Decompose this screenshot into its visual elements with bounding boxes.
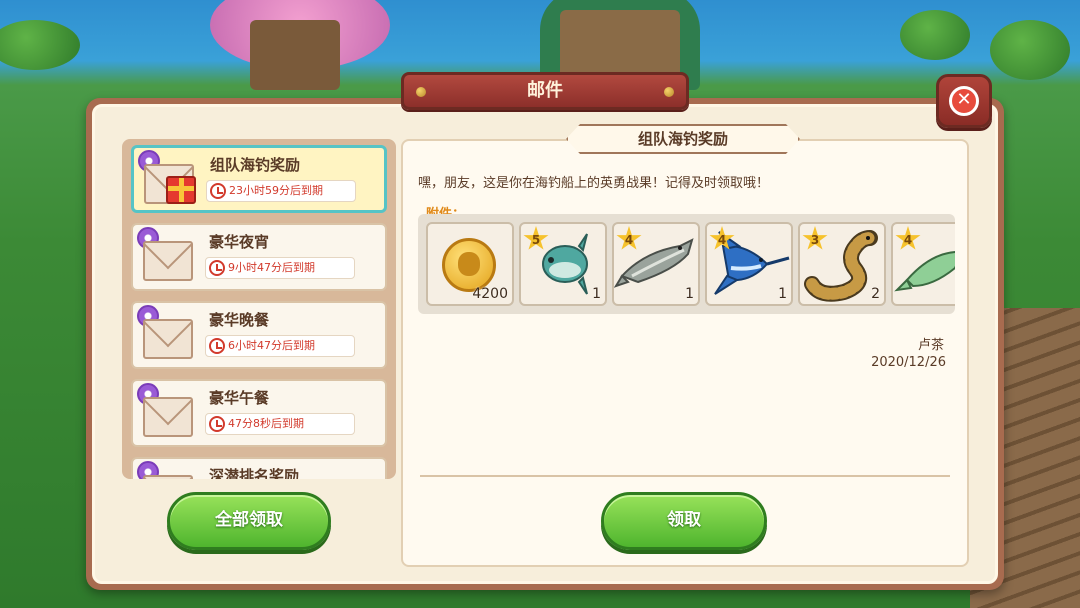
divider bbox=[420, 475, 950, 477]
mail-item-title: 豪华夜宵 bbox=[209, 233, 270, 251]
attachment-qty: 1 bbox=[592, 286, 601, 302]
close-icon: ✕ bbox=[949, 86, 979, 116]
mail-expiry-text: 6小时47分后到期 bbox=[228, 339, 315, 352]
mail-item-title: 豪华晚餐 bbox=[209, 311, 270, 329]
claim-all-button[interactable]: 全部领取 bbox=[167, 492, 331, 550]
mail-item-title: 深潜排名奖励 bbox=[209, 467, 300, 479]
attachment-slot-gold[interactable]: 4200 bbox=[426, 222, 514, 306]
mail-item-title: 组队海钓奖励 bbox=[210, 156, 301, 174]
mail-expiry-badge: 6小时47分后到期 bbox=[205, 335, 355, 357]
mail-message: 嘿，朋友，这是你在海钓船上的英勇战果！记得及时领取哦！ bbox=[418, 176, 770, 191]
mail-expiry-badge: 47分8秒后到期 bbox=[205, 413, 355, 435]
envelope-icon bbox=[143, 241, 193, 281]
mail-item-deep-dive-ranking[interactable]: 深潜排名奖励 bbox=[131, 457, 387, 479]
dialog-title: 邮件 bbox=[527, 80, 563, 101]
gold-coin-icon bbox=[442, 238, 496, 292]
mail-item-luxury-late-snack[interactable]: 豪华夜宵 9小时47分后到期 bbox=[131, 223, 387, 291]
gift-box-icon bbox=[166, 176, 196, 204]
mail-expiry-badge: 23小时59分后到期 bbox=[206, 180, 356, 202]
attachment-slot-sunfish[interactable]: 5 1 bbox=[519, 222, 607, 306]
attachment-qty: 1 bbox=[778, 286, 787, 302]
envelope-icon bbox=[143, 475, 193, 479]
mail-detail-title: 组队海钓奖励 bbox=[566, 124, 800, 154]
alarm-clock-icon bbox=[210, 183, 226, 199]
mail-item-team-fishing-reward[interactable]: 组队海钓奖励 23小时59分后到期 bbox=[131, 145, 387, 213]
mail-expiry-text: 47分8秒后到期 bbox=[228, 417, 304, 430]
mail-sender: 卢茶 bbox=[917, 338, 944, 353]
mail-expiry-text: 9小时47分后到期 bbox=[228, 261, 315, 274]
mail-item-title: 豪华午餐 bbox=[209, 389, 270, 407]
alarm-clock-icon bbox=[209, 260, 225, 276]
alarm-clock-icon bbox=[209, 338, 225, 354]
attachment-slot-marlin[interactable]: 4 1 bbox=[705, 222, 793, 306]
mail-date: 2020/12/26 bbox=[871, 355, 946, 370]
attachment-qty: 4200 bbox=[472, 286, 508, 302]
mail-expiry-text: 23小时59分后到期 bbox=[229, 184, 323, 197]
dialog-title-plate: 邮件 bbox=[401, 72, 689, 110]
envelope-icon bbox=[143, 397, 193, 437]
claim-button[interactable]: 领取 bbox=[601, 492, 767, 550]
close-button[interactable]: ✕ bbox=[936, 74, 992, 128]
envelope-icon bbox=[143, 319, 193, 359]
alarm-clock-icon bbox=[209, 416, 225, 432]
mail-item-luxury-lunch[interactable]: 豪华午餐 47分8秒后到期 bbox=[131, 379, 387, 447]
attachments-strip[interactable]: 4200 5 1 4 1 4 1 3 2 4 bbox=[418, 214, 955, 314]
mail-item-luxury-dinner[interactable]: 豪华晚餐 6小时47分后到期 bbox=[131, 301, 387, 369]
attachment-slot-moray-eel[interactable]: 3 2 bbox=[798, 222, 886, 306]
mail-expiry-badge: 9小时47分后到期 bbox=[205, 257, 355, 279]
attachment-qty: 1 bbox=[685, 286, 694, 302]
attachment-slot-green-fish[interactable]: 4 bbox=[891, 222, 955, 306]
attachment-qty: 2 bbox=[871, 286, 880, 302]
mail-list[interactable]: 组队海钓奖励 23小时59分后到期 豪华夜宵 9小时47分后到期 豪华晚餐 6小… bbox=[122, 139, 396, 479]
attachment-slot-sturgeon[interactable]: 4 1 bbox=[612, 222, 700, 306]
